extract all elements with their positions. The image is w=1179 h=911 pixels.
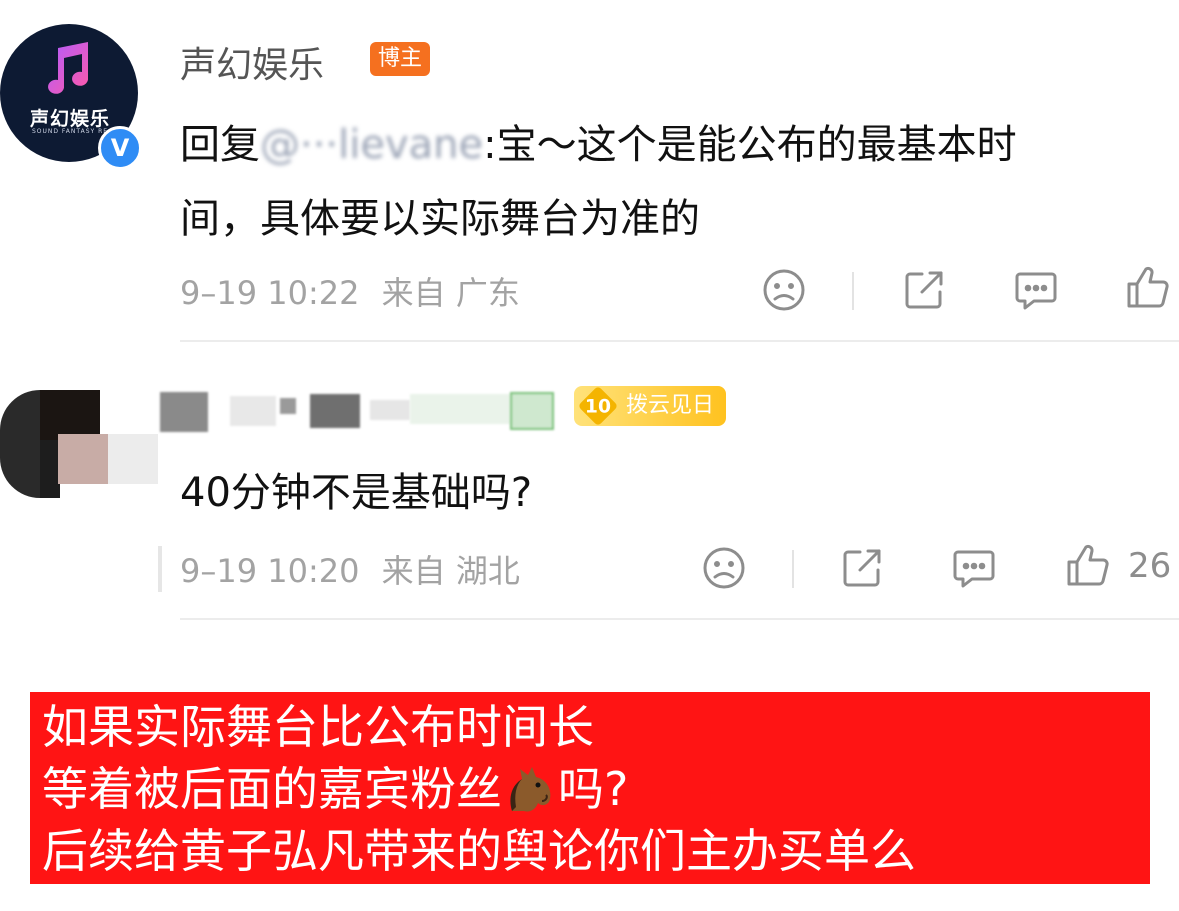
verified-badge-icon: V [98,126,142,170]
comment-text-line2: 间，具体要以实际舞台为准的 [180,196,700,242]
comment-meta: 9–19 10:20 来自 湖北 [180,546,520,592]
caption-line2-after: 吗? [558,762,629,816]
comment-icon[interactable] [950,544,998,592]
reply-prefix: 回复 [180,122,260,168]
comment-text: 40分钟不是基础吗? [180,470,533,516]
blurred-username[interactable] [160,390,560,434]
avatar-logo-text: 声幻娱乐 [29,108,110,130]
comment-meta: 9–19 10:22 来自 广东 [180,268,520,314]
sad-face-icon[interactable] [700,544,748,592]
like-icon[interactable] [1124,264,1172,312]
caption-line2: 等着被后面的嘉宾粉丝 吗? [42,758,628,820]
caption-line3: 后续给黄子弘凡带来的舆论你们主办买单么 [42,824,916,878]
sad-face-icon[interactable] [760,266,808,314]
timestamp: 9–19 10:22 [180,274,360,312]
separator-line [180,618,1179,620]
like-count: 26 [1128,546,1172,586]
separator-line [180,340,1179,342]
source-prefix: 来自 [381,552,446,590]
location: 广东 [455,274,520,312]
share-icon[interactable] [838,544,886,592]
caption-overlay: 如果实际舞台比公布时间长 等着被后面的嘉宾粉丝 吗? 后续给黄子弘凡带来的舆论你… [30,692,1150,884]
author-name[interactable]: 声幻娱乐 [180,36,324,88]
source-prefix: 来自 [381,274,446,312]
comment-icon[interactable] [1012,266,1060,314]
timestamp: 9–19 10:20 [180,552,360,590]
horse-emoji-icon [510,767,551,812]
divider [792,550,794,588]
location: 湖北 [455,552,520,590]
divider [852,272,854,310]
share-icon[interactable] [900,266,948,314]
blogger-badge: 博主 [370,42,431,76]
caption-line2-before: 等着被后面的嘉宾粉丝 [42,762,502,816]
user-avatar[interactable] [0,390,160,498]
music-note-icon [48,42,89,94]
like-icon[interactable] [1064,542,1112,590]
caption-line1: 如果实际舞台比公布时间长 [42,700,594,754]
comment-text-rest: :宝～这个是能公布的最基本时 [483,122,1017,168]
comment-text-line1: 回复@···lievane:宝～这个是能公布的最基本时 [180,112,1017,170]
mention-link[interactable]: @···lievane [260,122,483,168]
thread-indicator [158,546,162,592]
